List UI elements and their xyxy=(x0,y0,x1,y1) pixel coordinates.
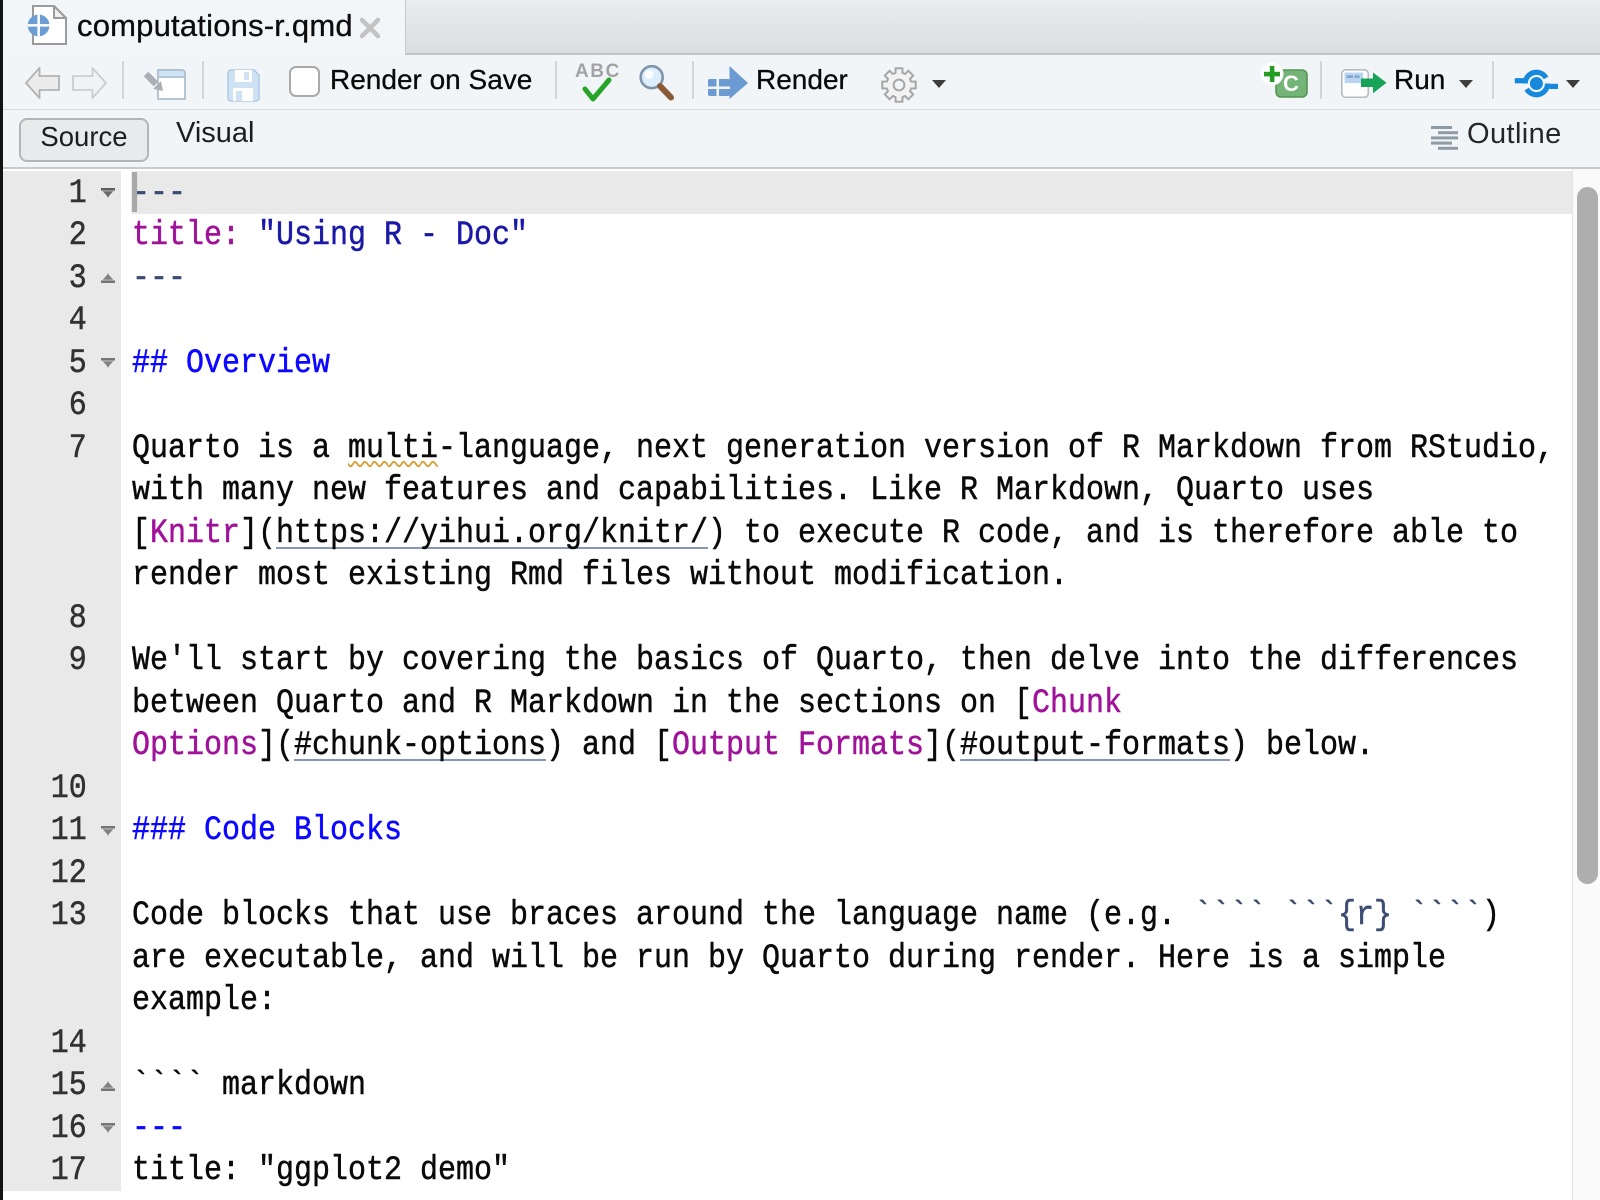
svg-text:C: C xyxy=(1283,71,1299,96)
